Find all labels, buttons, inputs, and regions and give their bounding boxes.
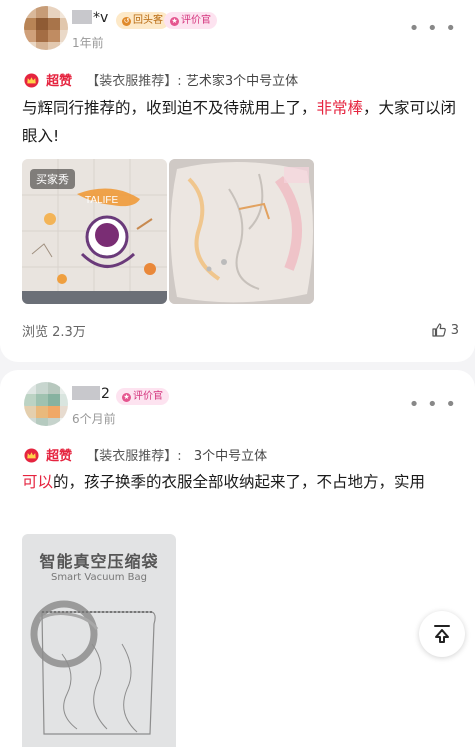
review-time: 6个月前 (72, 412, 116, 426)
masked-name (72, 10, 92, 24)
category-label: 【装衣服推荐】: (86, 449, 182, 464)
review-photo[interactable] (169, 159, 314, 304)
svg-text:TALIFE: TALIFE (85, 195, 118, 206)
thumb-up-icon (432, 323, 446, 337)
product-variant: 艺术家3个中号立体 (185, 74, 299, 89)
avatar[interactable] (24, 6, 68, 50)
review-text: 与辉同行推荐的，收到迫不及待就用上了，非常棒，大家可以闭眼入! (22, 94, 457, 150)
reviewer-badge: ★ 评价官 (116, 388, 169, 405)
crown-icon (24, 73, 39, 88)
vacuum-bag-illustration (30, 600, 156, 735)
like-count: 3 (450, 322, 459, 338)
rating-tag-row: 超赞 【装衣服推荐】: 3个中号立体 (24, 445, 267, 464)
like-button[interactable]: 3 (431, 322, 459, 338)
username-suffix: *v (93, 10, 109, 26)
compressed-bag-photo (169, 159, 314, 304)
username[interactable]: 2 (72, 386, 110, 402)
review-card: *v ↺ 回头客 ★ 评价官 1年前 • • • 超赞 【装衣服推荐】: 艺术家3个… (0, 0, 475, 362)
more-icon[interactable]: • • • (409, 394, 457, 415)
buyer-show-label: 买家秀 (30, 169, 75, 189)
rating-tag-row: 超赞 【装衣服推荐】: 艺术家3个中号立体 (24, 70, 298, 89)
username-suffix: 2 (101, 386, 110, 402)
repeat-customer-badge: ↺ 回头客 (116, 12, 169, 29)
username[interactable]: *v (72, 10, 108, 26)
badge-label: 评价官 (181, 15, 211, 26)
text-part: 的，孩子换季的衣服全部收纳起来了，不占地方，实用 (53, 473, 426, 491)
rating-label: 超赞 (46, 449, 73, 464)
text-part: 与辉同行推荐的，收到迫不及待就用上了， (22, 99, 317, 117)
reviewer-badge: ★ 评价官 (164, 12, 217, 29)
avatar[interactable] (24, 382, 68, 426)
category-label: 【装衣服推荐】: (86, 74, 182, 89)
highlight-text: 非常棒 (316, 99, 364, 117)
product-variant: 3个中号立体 (193, 449, 268, 464)
back-to-top-icon (434, 625, 450, 643)
review-text: 可以的，孩子换季的衣服全部收纳起来了，不占地方，实用 (22, 468, 457, 496)
view-count: 浏览 2.3万 (22, 325, 86, 340)
back-to-top-button[interactable] (419, 611, 465, 657)
highlight-text: 可以 (22, 473, 54, 491)
review-photo[interactable]: TALIFE 买家秀 (22, 159, 167, 304)
more-icon[interactable]: • • • (409, 18, 457, 39)
review-time: 1年前 (72, 36, 104, 50)
rating-label: 超赞 (46, 74, 73, 89)
badge-label: 回头客 (133, 15, 163, 26)
badge-label: 评价官 (133, 391, 163, 402)
review-photo[interactable]: 智能真空压缩袋 Smart Vacuum Bag (22, 534, 176, 747)
crown-icon (24, 448, 39, 463)
masked-name (72, 386, 100, 400)
review-card: 2 ★ 评价官 6个月前 • • • 超赞 【装衣服推荐】: 3个中号立体 可以的… (0, 370, 475, 747)
